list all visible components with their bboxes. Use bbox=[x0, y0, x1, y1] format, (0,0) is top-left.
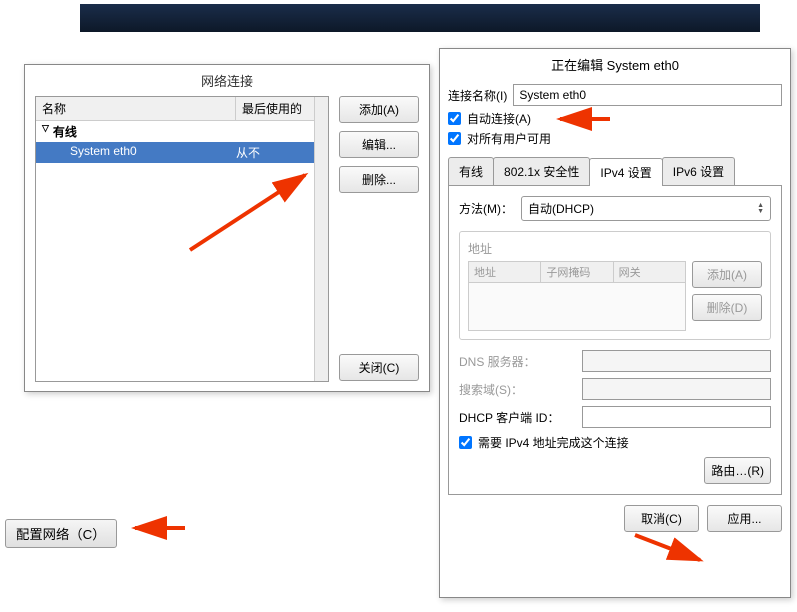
address-label: 地址 bbox=[468, 240, 762, 257]
cancel-button[interactable]: 取消(C) bbox=[624, 505, 699, 532]
edit-button[interactable]: 编辑... bbox=[339, 131, 419, 158]
delete-button[interactable]: 删除... bbox=[339, 166, 419, 193]
tab-bar: 有线 802.1x 安全性 IPv4 设置 IPv6 设置 bbox=[448, 157, 782, 186]
dns-label: DNS 服务器： bbox=[459, 353, 574, 370]
addr-col-gw: 网关 bbox=[614, 262, 685, 282]
tree-row-connection[interactable]: System eth0 从不 bbox=[36, 142, 314, 163]
config-network-button[interactable]: 配置网络（C） bbox=[5, 519, 117, 548]
method-select[interactable]: 自动(DHCP) ▲▼ bbox=[521, 196, 771, 221]
dialog-title: 正在编辑 System eth0 bbox=[448, 49, 782, 80]
tree-group-wired[interactable]: ▽ 有线 bbox=[36, 121, 314, 142]
updown-icon: ▲▼ bbox=[757, 203, 764, 215]
edit-connection-dialog: 正在编辑 System eth0 连接名称(I) 自动连接(A) 对所有用户可用… bbox=[439, 48, 791, 598]
dhcp-client-label: DHCP 客户端 ID： bbox=[459, 409, 574, 426]
conn-name-label: 连接名称(I) bbox=[448, 87, 507, 104]
search-input[interactable] bbox=[582, 378, 771, 400]
dhcp-client-input[interactable] bbox=[582, 406, 771, 428]
chevron-down-icon: ▽ bbox=[42, 123, 49, 140]
apply-button[interactable]: 应用... bbox=[707, 505, 782, 532]
tab-ipv6[interactable]: IPv6 设置 bbox=[662, 157, 735, 185]
tab-security[interactable]: 802.1x 安全性 bbox=[493, 157, 590, 185]
address-table: 地址 子网掩码 网关 bbox=[468, 261, 686, 331]
conn-name-input[interactable] bbox=[513, 84, 782, 106]
require-ipv4-label: 需要 IPv4 地址完成这个连接 bbox=[478, 434, 629, 451]
dialog-title: 网络连接 bbox=[25, 65, 429, 96]
search-label: 搜索域(S)： bbox=[459, 381, 574, 398]
top-bar bbox=[80, 4, 760, 32]
addr-add-button[interactable]: 添加(A) bbox=[692, 261, 762, 288]
tab-wired[interactable]: 有线 bbox=[448, 157, 494, 185]
col-last-used: 最后使用的 bbox=[236, 97, 314, 120]
addr-col-address: 地址 bbox=[469, 262, 541, 282]
dns-input[interactable] bbox=[582, 350, 771, 372]
scrollbar-vertical[interactable] bbox=[314, 97, 328, 381]
connection-tree[interactable]: 名称 最后使用的 ▽ 有线 System eth0 从不 bbox=[35, 96, 329, 382]
network-connections-dialog: 网络连接 名称 最后使用的 ▽ 有线 System eth0 从不 添加(A) bbox=[24, 64, 430, 392]
addr-col-mask: 子网掩码 bbox=[541, 262, 613, 282]
all-users-label: 对所有用户可用 bbox=[467, 130, 551, 147]
routes-button[interactable]: 路由…(R) bbox=[704, 457, 771, 484]
all-users-checkbox[interactable] bbox=[448, 132, 461, 145]
address-section: 地址 地址 子网掩码 网关 添加(A) 删除(D) bbox=[459, 231, 771, 340]
annotation-arrow-icon bbox=[130, 520, 190, 543]
addr-delete-button[interactable]: 删除(D) bbox=[692, 294, 762, 321]
auto-connect-label: 自动连接(A) bbox=[467, 110, 531, 127]
add-button[interactable]: 添加(A) bbox=[339, 96, 419, 123]
ipv4-tab-content: 方法(M)： 自动(DHCP) ▲▼ 地址 地址 子网掩码 网关 添加(A) 删… bbox=[448, 186, 782, 495]
tree-header: 名称 最后使用的 bbox=[36, 97, 314, 121]
col-name: 名称 bbox=[36, 97, 236, 120]
require-ipv4-checkbox[interactable] bbox=[459, 436, 472, 449]
close-button[interactable]: 关闭(C) bbox=[339, 354, 419, 381]
auto-connect-checkbox[interactable] bbox=[448, 112, 461, 125]
method-label: 方法(M)： bbox=[459, 200, 513, 217]
tab-ipv4[interactable]: IPv4 设置 bbox=[589, 158, 662, 186]
